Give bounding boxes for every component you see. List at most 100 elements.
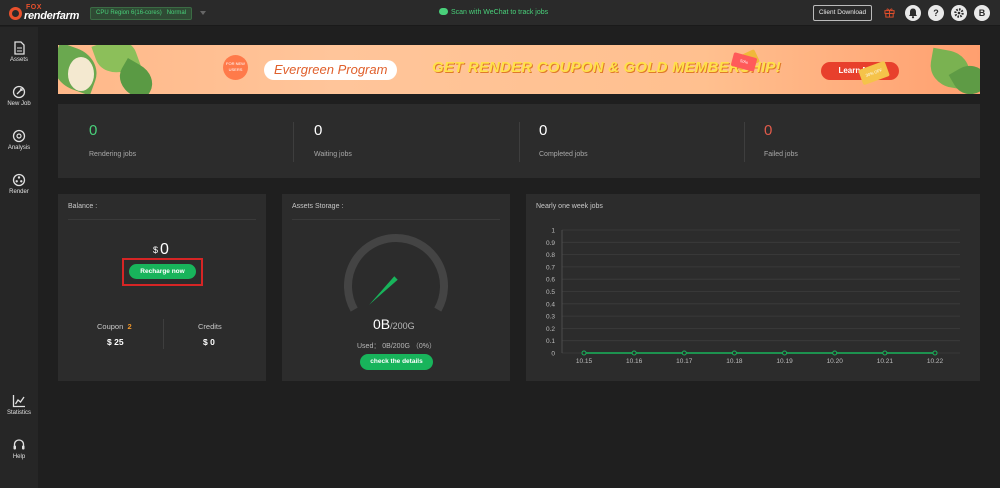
y-tick-label: 0.1: [546, 338, 555, 345]
divider: [519, 122, 520, 162]
x-tick-label: 10.21: [877, 358, 894, 365]
brand-logo[interactable]: FOX renderfarm: [9, 4, 89, 22]
wechat-text: Scan with WeChat to track jobs: [451, 9, 549, 16]
balance-title: Balance :: [68, 203, 98, 210]
data-point: [882, 350, 888, 356]
sidebar-item-label: Statistics: [6, 410, 31, 416]
statistics-icon: [12, 395, 25, 408]
data-point: [731, 350, 737, 356]
coupon-label[interactable]: Coupon 2: [97, 322, 132, 331]
storage-used-value: 0B: [373, 316, 391, 332]
data-point: [782, 350, 788, 356]
bell-icon[interactable]: [905, 5, 921, 21]
balance-panel: Balance :: [58, 194, 266, 381]
promo-banner[interactable]: FOR NEW USERS Evergreen Program GET REND…: [58, 45, 980, 94]
sidebar-item-analysis[interactable]: Analysis: [0, 129, 38, 163]
x-tick-label: 10.15: [576, 358, 593, 365]
data-point: [932, 350, 938, 356]
wechat-track-link[interactable]: Scan with WeChat to track jobs: [439, 8, 548, 16]
storage-title: Assets Storage :: [292, 203, 344, 210]
gauge-needle: [369, 276, 398, 305]
data-point: [631, 350, 637, 356]
document-icon: [14, 41, 25, 55]
balance-amount: $0: [153, 241, 169, 259]
rendering-jobs-label: Rendering jobs: [89, 151, 137, 158]
balance-value: 0: [160, 241, 169, 258]
sidebar-item-help[interactable]: Help: [0, 438, 38, 472]
client-download-button[interactable]: Client Download: [813, 5, 872, 21]
x-tick-label: 10.16: [626, 358, 643, 365]
sidebar-item-label: Analysis: [7, 145, 31, 151]
storage-gauge: [344, 234, 448, 312]
y-tick-label: 0.8: [546, 252, 555, 259]
check-details-button[interactable]: check the details: [360, 354, 433, 370]
sidebar-item-label: New Job: [7, 101, 31, 107]
sidebar-item-render[interactable]: Render: [0, 173, 38, 207]
x-tick-label: 10.17: [676, 358, 693, 365]
divider: [293, 122, 294, 162]
coupon-count-badge: 2: [127, 322, 132, 331]
y-tick-label: 0.2: [546, 326, 555, 333]
data-point: [832, 350, 838, 356]
waiting-jobs-label: Waiting jobs: [314, 151, 352, 158]
divider: [163, 319, 164, 349]
region-selector[interactable]: CPU Region 6(16-cores) Normal: [90, 7, 193, 20]
y-tick-label: 0.6: [546, 277, 555, 284]
x-tick-label: 10.19: [776, 358, 793, 365]
divider: [292, 219, 500, 220]
x-tick-label: 10.18: [726, 358, 743, 365]
gift-icon[interactable]: [884, 7, 895, 18]
divider: [744, 122, 745, 162]
y-tick-label: 0.3: [546, 314, 555, 321]
coupon-value: $ 25: [107, 337, 124, 347]
help-icon[interactable]: ?: [928, 5, 944, 21]
job-stats-panel: 0 Rendering jobs 0 Waiting jobs 0 Comple…: [58, 104, 980, 178]
logo-mark-icon: [9, 7, 22, 20]
render-icon: [12, 173, 26, 187]
storage-capacity: /200G: [390, 321, 415, 331]
y-tick-label: 0.9: [546, 240, 555, 247]
headset-icon: [13, 439, 25, 450]
rendering-jobs-count: 0: [89, 122, 98, 139]
credits-value: $ 0: [203, 337, 215, 347]
failed-jobs-count: 0: [764, 122, 773, 139]
storage-used-detail: Used： 0B/200G （0%）: [357, 343, 436, 350]
sidebar-item-label: Assets: [9, 57, 28, 63]
region-status: Normal: [166, 10, 187, 16]
waiting-jobs-count: 0: [314, 122, 323, 139]
completed-jobs-label: Completed jobs: [539, 151, 588, 158]
balance-currency: $: [153, 245, 159, 255]
logo-brand-text: renderfarm: [24, 10, 80, 22]
y-tick-label: 0: [551, 351, 555, 358]
y-tick-label: 0.4: [546, 301, 555, 308]
user-avatar[interactable]: B: [974, 5, 990, 21]
gauge-track: [344, 234, 448, 312]
data-point: [681, 350, 687, 356]
leaf-decoration: [68, 57, 94, 91]
recharge-now-button[interactable]: Recharge now: [129, 264, 196, 279]
y-tick-label: 0.5: [546, 289, 555, 296]
sidebar-item-new-job[interactable]: New Job: [0, 85, 38, 119]
wechat-icon: [439, 8, 448, 15]
banner-headline: GET RENDER COUPON & GOLD MEMBERSHIP!: [432, 59, 781, 76]
x-tick-label: 10.22: [927, 358, 944, 365]
sidebar-item-assets[interactable]: Assets: [0, 41, 38, 75]
completed-jobs-count: 0: [539, 122, 548, 139]
weekly-jobs-chart: 0 0.1 0.2 0.3 0.4 0.5 0.6 0.7 0.8 0.9 1 10.15 10.16 1…: [546, 228, 960, 365]
new-user-tag: FOR NEW USERS: [223, 55, 248, 80]
x-tick-label: 10.20: [827, 358, 844, 365]
divider: [68, 219, 256, 220]
credits-label: Credits: [198, 322, 222, 331]
sidebar-item-statistics[interactable]: Statistics: [0, 394, 38, 428]
y-tick-label: 0.7: [546, 264, 555, 271]
failed-jobs-label: Failed jobs: [764, 151, 798, 158]
y-tick-label: 1: [551, 228, 555, 235]
chevron-down-icon[interactable]: [200, 11, 206, 15]
new-job-icon: [12, 85, 26, 99]
analysis-icon: [12, 129, 26, 143]
storage-used-readout: 0B/200G: [373, 316, 415, 332]
evergreen-program-label: Evergreen Program: [264, 60, 398, 80]
sidebar-item-label: Help: [12, 454, 26, 460]
gear-icon[interactable]: [951, 5, 967, 21]
data-point: [581, 350, 587, 356]
